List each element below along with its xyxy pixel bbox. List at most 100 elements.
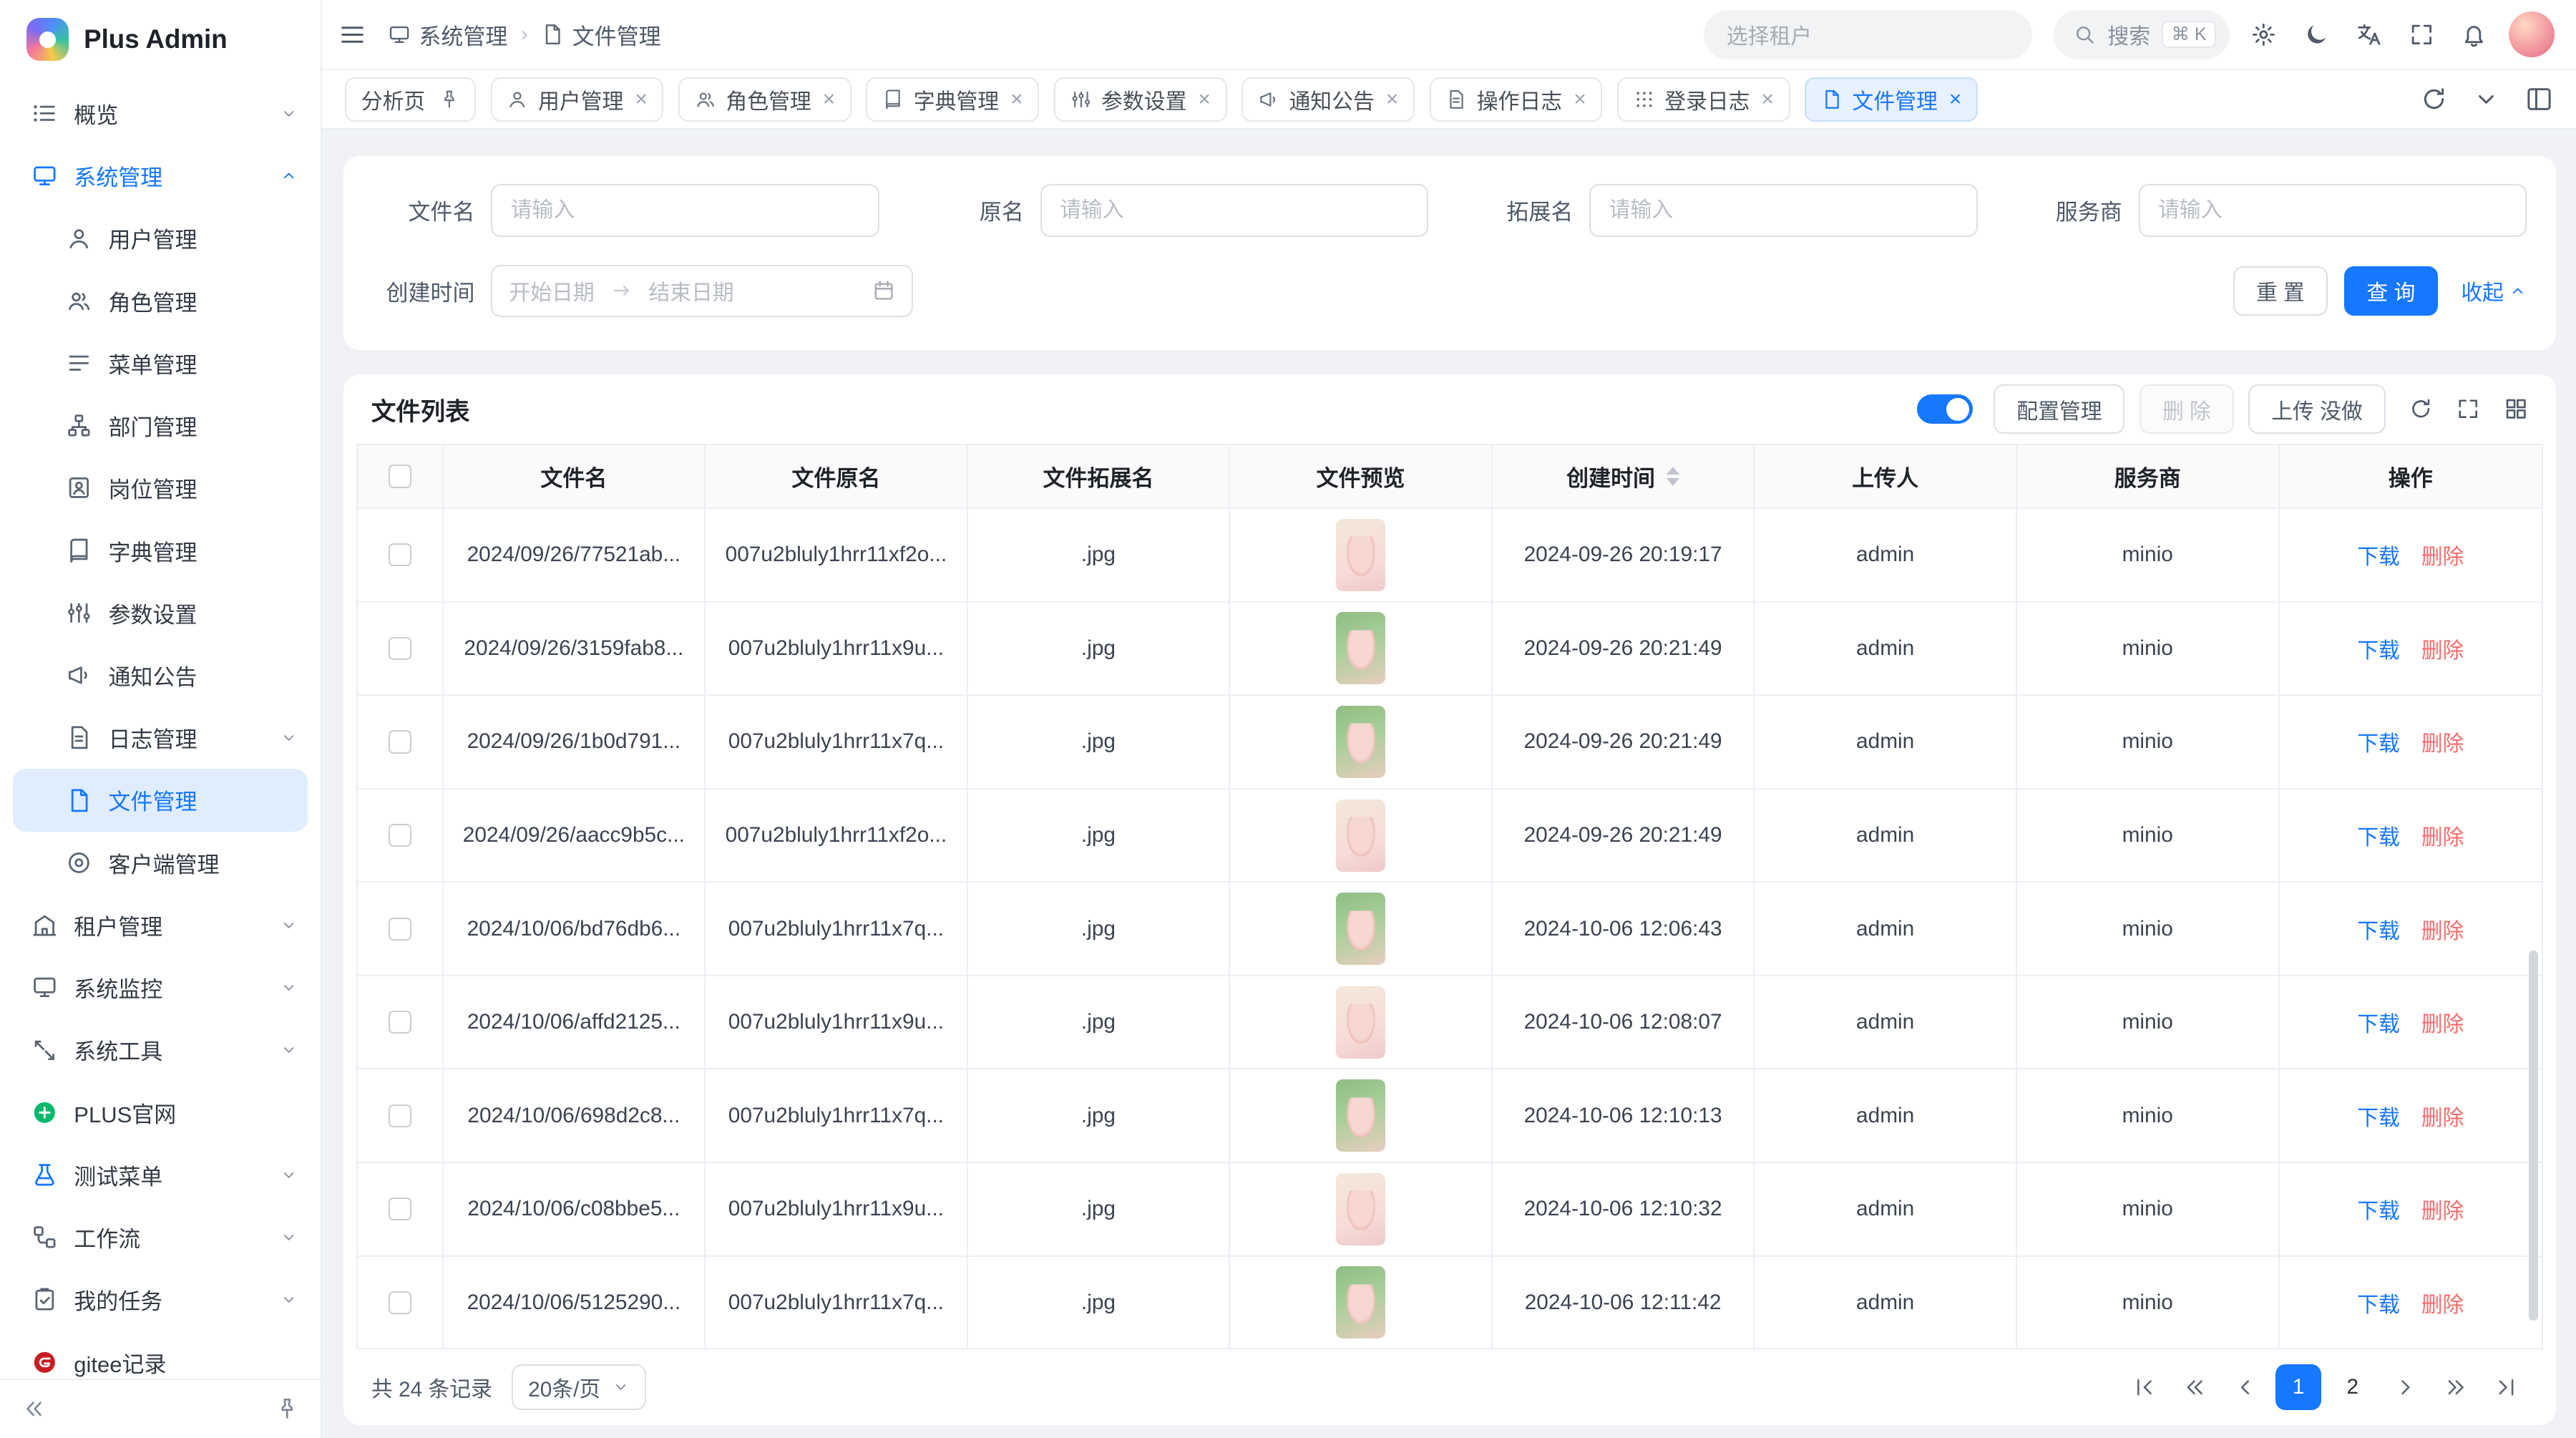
row-checkbox[interactable] (389, 918, 411, 941)
column-header[interactable]: 创建时间 (1493, 445, 1755, 507)
upload-button[interactable]: 上传 没做 (2248, 384, 2385, 434)
translate-button[interactable] (2356, 21, 2382, 48)
download-link[interactable]: 下载 (2357, 633, 2400, 664)
delete-link[interactable]: 删除 (2421, 633, 2464, 664)
query-button[interactable]: 查 询 (2344, 266, 2439, 316)
tab-角色管理[interactable]: 角色管理× (678, 77, 852, 122)
download-link[interactable]: 下载 (2357, 726, 2400, 757)
download-link[interactable]: 下载 (2357, 913, 2400, 945)
tab-用户管理[interactable]: 用户管理× (491, 77, 664, 122)
chevron-down-button[interactable] (2472, 85, 2500, 113)
sidebar-pin-button[interactable] (275, 1396, 299, 1421)
page-2-button[interactable]: 2 (2330, 1364, 2376, 1410)
sidebar-item[interactable]: 日志管理 (0, 706, 321, 769)
row-checkbox[interactable] (389, 1104, 411, 1127)
file-preview-thumbnail[interactable] (1336, 986, 1385, 1059)
column-header[interactable]: 文件原名 (706, 445, 968, 507)
bell-button[interactable] (2461, 21, 2487, 48)
file-preview-thumbnail[interactable] (1336, 893, 1385, 965)
column-settings-button[interactable] (2504, 397, 2528, 421)
column-header[interactable]: 操作 (2280, 445, 2542, 507)
tab-close-icon[interactable]: × (1386, 89, 1398, 110)
row-checkbox[interactable] (389, 824, 411, 847)
first-page-button[interactable] (2122, 1366, 2165, 1409)
sidebar-item[interactable]: 参数设置 (0, 582, 321, 644)
tab-close-icon[interactable]: × (823, 89, 835, 110)
tab-字典管理[interactable]: 字典管理× (866, 77, 1039, 122)
moon-button[interactable] (2303, 21, 2330, 48)
tab-close-icon[interactable]: × (635, 89, 647, 110)
tab-操作日志[interactable]: 操作日志× (1430, 77, 1603, 122)
delete-link[interactable]: 删除 (2421, 913, 2464, 945)
sidebar-item[interactable]: 系统管理 (0, 145, 321, 207)
vertical-scrollbar[interactable] (2529, 951, 2539, 1321)
global-search[interactable]: 搜索 ⌘ K (2054, 10, 2230, 59)
date-range-picker[interactable]: 开始日期 结束日期 (491, 265, 913, 317)
refresh-table-button[interactable] (2409, 397, 2433, 421)
download-link[interactable]: 下载 (2357, 1100, 2400, 1132)
column-header[interactable]: 文件拓展名 (968, 445, 1231, 507)
jump-back-button[interactable] (2174, 1366, 2217, 1409)
sidebar-item[interactable]: PLUS官网 (0, 1082, 321, 1144)
row-checkbox[interactable] (389, 1291, 411, 1314)
sidebar-item[interactable]: 系统监控 (0, 956, 321, 1019)
sidebar-item[interactable]: gitee记录 (0, 1331, 321, 1379)
sidebar-item[interactable]: 概览 (0, 82, 321, 145)
breadcrumb-item[interactable]: 系统管理 (388, 19, 508, 51)
sidebar-item[interactable]: 我的任务 (0, 1268, 321, 1331)
config-manage-button[interactable]: 配置管理 (1994, 384, 2124, 434)
sidebar-item[interactable]: 用户管理 (0, 207, 321, 269)
file-preview-thumbnail[interactable] (1336, 612, 1385, 684)
file-preview-thumbnail[interactable] (1336, 1079, 1385, 1152)
delete-link[interactable]: 删除 (2421, 1287, 2464, 1318)
tab-close-icon[interactable]: × (1762, 89, 1774, 110)
refresh-button[interactable] (2420, 85, 2448, 113)
row-checkbox[interactable] (389, 1197, 411, 1220)
logo[interactable]: Plus Admin (0, 0, 321, 79)
download-link[interactable]: 下载 (2357, 1193, 2400, 1225)
tab-参数设置[interactable]: 参数设置× (1054, 77, 1227, 122)
sidebar-item[interactable]: 客户端管理 (0, 832, 321, 894)
delete-link[interactable]: 删除 (2421, 1100, 2464, 1132)
page-1-button[interactable]: 1 (2275, 1364, 2321, 1410)
breadcrumb-item[interactable]: 文件管理 (541, 19, 661, 51)
delete-link[interactable]: 删除 (2421, 539, 2464, 570)
sidebar-item[interactable]: 菜单管理 (0, 332, 321, 394)
sidebar-item[interactable]: 部门管理 (0, 394, 321, 457)
sidebar-item[interactable]: 系统工具 (0, 1019, 321, 1081)
fullscreen-table-button[interactable] (2456, 397, 2480, 421)
delete-selected-button[interactable]: 删 除 (2140, 384, 2234, 434)
column-header[interactable]: 上传人 (1755, 445, 2017, 507)
layout-button[interactable] (2525, 85, 2553, 113)
avatar[interactable] (2509, 11, 2555, 57)
download-link[interactable]: 下载 (2357, 1006, 2400, 1038)
filter-input-original-name[interactable] (1040, 184, 1428, 236)
column-header[interactable]: 服务商 (2017, 445, 2280, 507)
row-checkbox[interactable] (389, 1011, 411, 1034)
download-link[interactable]: 下载 (2357, 820, 2400, 851)
file-preview-thumbnail[interactable] (1336, 1266, 1385, 1339)
tab-通知公告[interactable]: 通知公告× (1241, 77, 1415, 122)
file-preview-thumbnail[interactable] (1336, 800, 1385, 872)
sort-icon[interactable] (1667, 467, 1679, 486)
row-checkbox[interactable] (389, 637, 411, 660)
row-checkbox[interactable] (389, 730, 411, 753)
tab-close-icon[interactable]: × (1010, 89, 1023, 110)
delete-link[interactable]: 删除 (2421, 820, 2464, 851)
download-link[interactable]: 下载 (2357, 539, 2400, 570)
tab-文件管理[interactable]: 文件管理× (1805, 77, 1978, 122)
column-header[interactable]: 文件预览 (1230, 445, 1493, 507)
sidebar-item[interactable]: 角色管理 (0, 269, 321, 331)
sidebar-item[interactable]: 测试菜单 (0, 1144, 321, 1206)
sidebar-item[interactable]: 字典管理 (0, 519, 321, 581)
sidebar-item[interactable]: 通知公告 (0, 644, 321, 706)
sidebar-item[interactable]: 租户管理 (0, 894, 321, 956)
fullscreen-button[interactable] (2409, 21, 2435, 48)
tab-close-icon[interactable]: × (1574, 89, 1586, 110)
collapse-filters-link[interactable]: 收起 (2461, 275, 2527, 306)
settings-button[interactable] (2250, 21, 2277, 48)
next-page-button[interactable] (2384, 1366, 2426, 1409)
tab-close-icon[interactable]: × (1949, 89, 1961, 110)
filter-input-filename[interactable] (491, 184, 879, 236)
row-checkbox[interactable] (389, 543, 411, 566)
